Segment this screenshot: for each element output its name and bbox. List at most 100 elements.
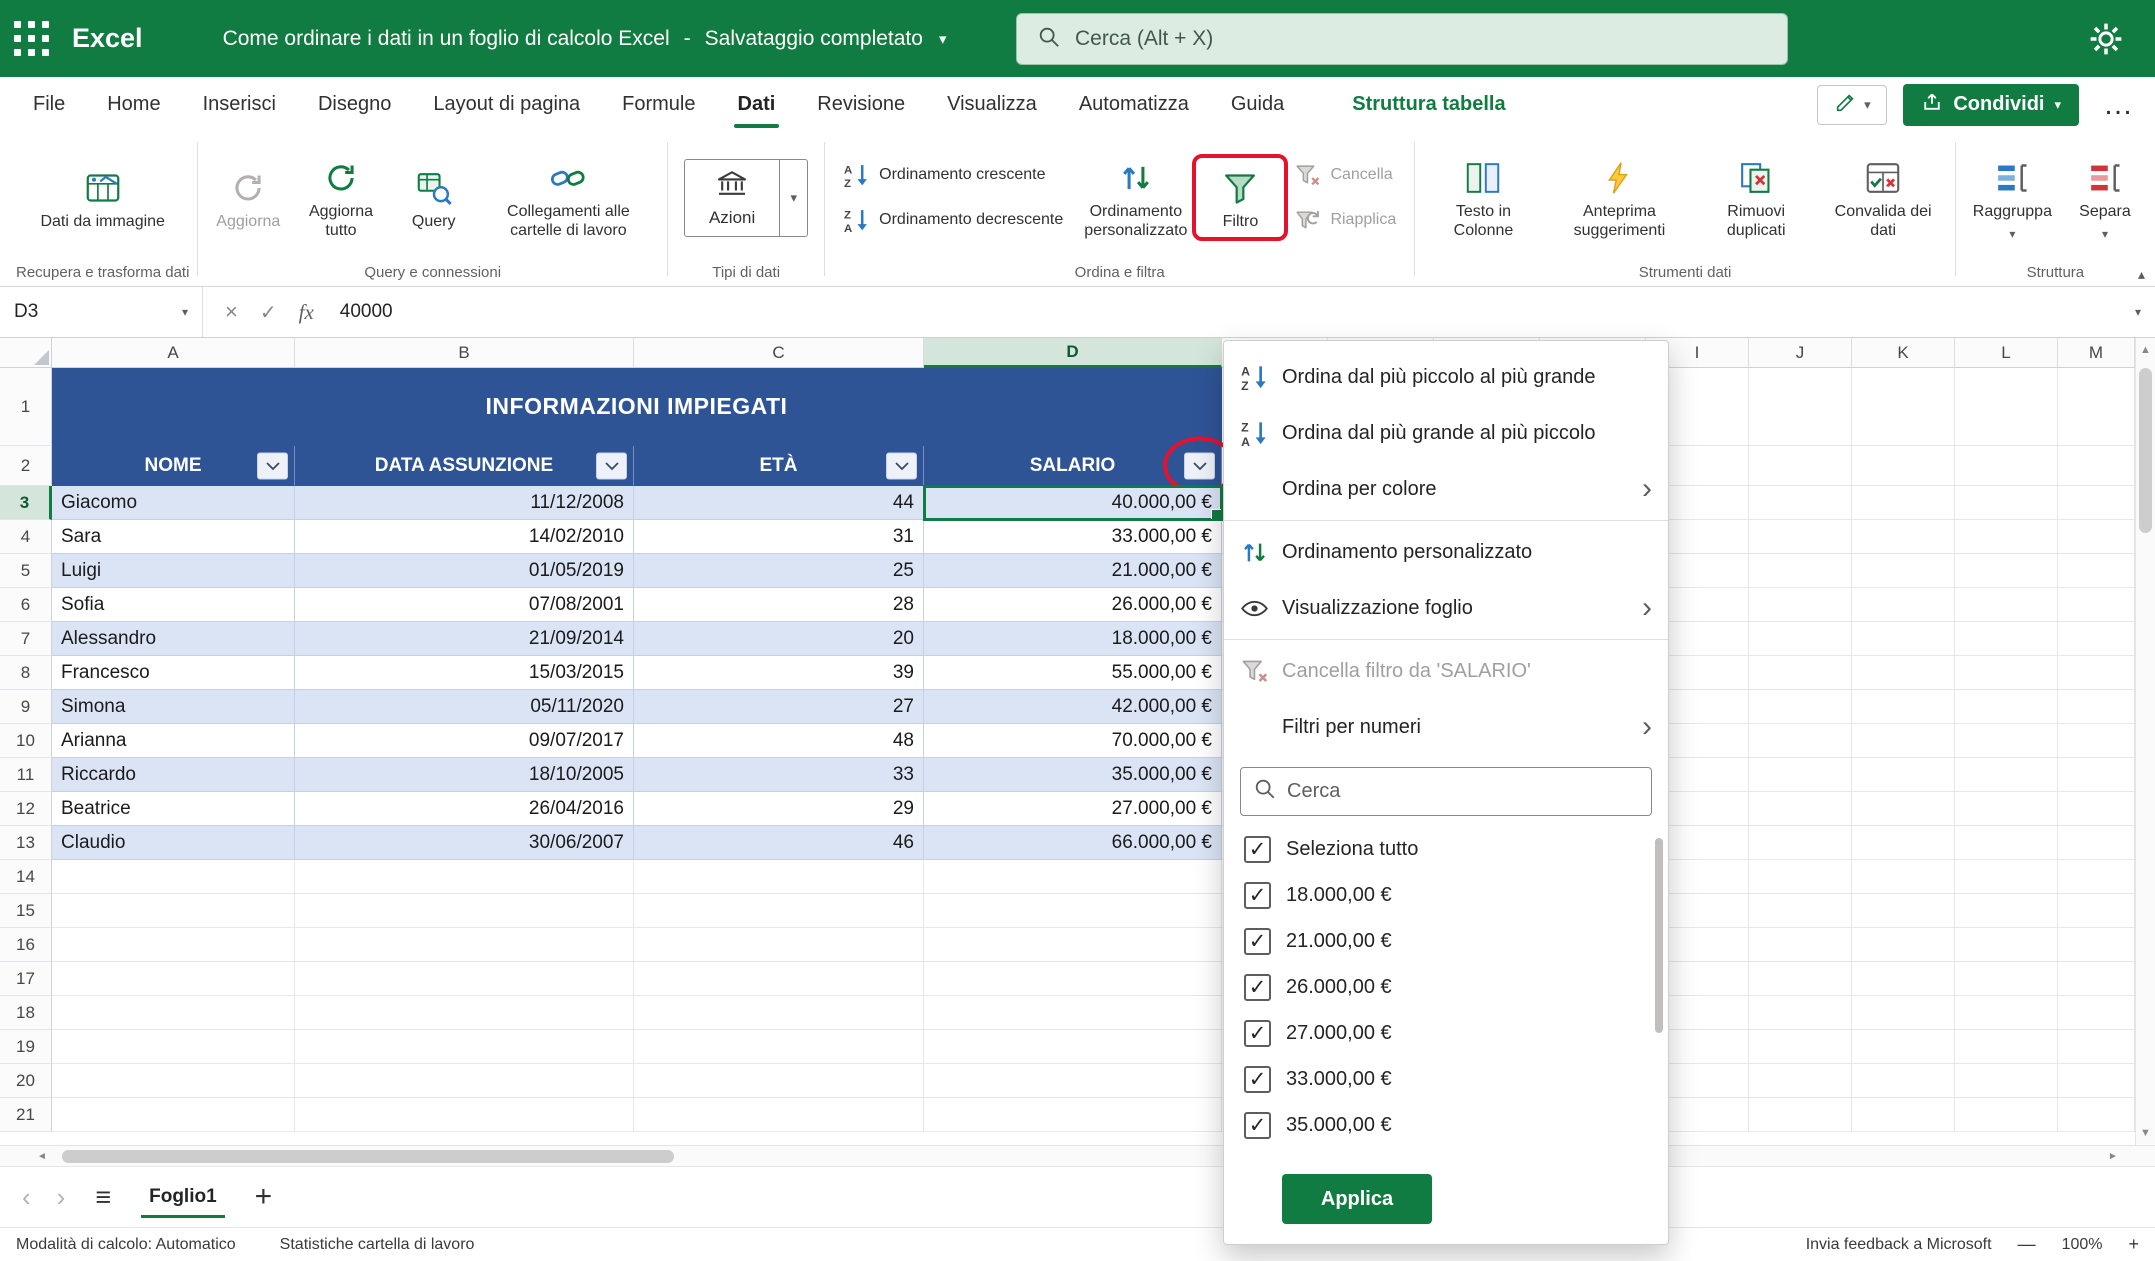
cell-d3[interactable]: 40.000,00 €: [923, 485, 1223, 521]
scroll-up-icon[interactable]: ▲: [2136, 338, 2155, 362]
cell-l13[interactable]: [1955, 826, 2058, 860]
cell-a19[interactable]: [52, 1030, 295, 1064]
cell-a15[interactable]: [52, 894, 295, 928]
share-button[interactable]: Condividi ▾: [1903, 83, 2079, 126]
row-header-19[interactable]: 19: [0, 1030, 52, 1064]
cell-j13[interactable]: [1749, 826, 1852, 860]
cell-d16[interactable]: [924, 928, 1222, 962]
cell-k18[interactable]: [1852, 996, 1955, 1030]
row-header-1[interactable]: 1: [0, 368, 52, 446]
cell-l12[interactable]: [1955, 792, 2058, 826]
row-header-2[interactable]: 2: [0, 446, 52, 486]
ribbon-button-dati-da-immagine[interactable]: Dati da immagine: [31, 160, 174, 236]
cell-l15[interactable]: [1955, 894, 2058, 928]
cell-c16[interactable]: [634, 928, 924, 962]
cell-j16[interactable]: [1749, 928, 1852, 962]
cell-c8[interactable]: 39: [634, 656, 924, 690]
cell-m18[interactable]: [2058, 996, 2135, 1030]
cell-j5[interactable]: [1749, 554, 1852, 588]
row-header-10[interactable]: 10: [0, 724, 52, 758]
cell-c20[interactable]: [634, 1064, 924, 1098]
cell-d10[interactable]: 70.000,00 €: [924, 724, 1222, 758]
name-box[interactable]: D3 ▾: [0, 287, 203, 337]
cell-l16[interactable]: [1955, 928, 2058, 962]
add-sheet-icon[interactable]: +: [239, 1180, 289, 1214]
cell-l18[interactable]: [1955, 996, 2058, 1030]
cell-a18[interactable]: [52, 996, 295, 1030]
zoom-out-icon[interactable]: —: [2018, 1234, 2036, 1255]
cell-b18[interactable]: [295, 996, 634, 1030]
sheet-list-icon[interactable]: ≡: [79, 1182, 127, 1213]
tab-layout-di-pagina[interactable]: Layout di pagina: [412, 77, 601, 132]
ribbon-button-raggruppa[interactable]: Raggruppa ▾: [1964, 150, 2061, 245]
cell-b11[interactable]: 18/10/2005: [295, 758, 634, 792]
row-header-18[interactable]: 18: [0, 996, 52, 1030]
cell-k4[interactable]: [1852, 520, 1955, 554]
cell-b7[interactable]: 21/09/2014: [295, 622, 634, 656]
cell-m3[interactable]: [2058, 486, 2135, 520]
cell-k8[interactable]: [1852, 656, 1955, 690]
tab-inserisci[interactable]: Inserisci: [182, 77, 297, 132]
cell-b10[interactable]: 09/07/2017: [295, 724, 634, 758]
cell-d7[interactable]: 18.000,00 €: [924, 622, 1222, 656]
cell-b4[interactable]: 14/02/2010: [295, 520, 634, 554]
cell-d5[interactable]: 21.000,00 €: [924, 554, 1222, 588]
ribbon-button-anteprima-suggerimenti[interactable]: Anteprima suggerimenti: [1546, 150, 1693, 244]
cell-a21[interactable]: [52, 1098, 295, 1132]
cell-m7[interactable]: [2058, 622, 2135, 656]
row-header-6[interactable]: 6: [0, 588, 52, 622]
cell-l2[interactable]: [1955, 446, 2058, 486]
ribbon-button-separa[interactable]: Separa ▾: [2063, 150, 2147, 245]
cell-c12[interactable]: 29: [634, 792, 924, 826]
row-header-8[interactable]: 8: [0, 656, 52, 690]
zoom-in-icon[interactable]: +: [2128, 1234, 2139, 1255]
cell-k15[interactable]: [1852, 894, 1955, 928]
cell-b12[interactable]: 26/04/2016: [295, 792, 634, 826]
cell-j17[interactable]: [1749, 962, 1852, 996]
column-header-a[interactable]: A: [52, 338, 295, 368]
tab-struttura-tabella[interactable]: Struttura tabella: [1331, 77, 1526, 132]
filter-menu-item-ordina-per-colore[interactable]: Ordina per colore ›: [1224, 461, 1668, 517]
cell-l10[interactable]: [1955, 724, 2058, 758]
feedback-link[interactable]: Invia feedback a Microsoft: [1806, 1236, 1992, 1254]
previous-sheet-icon[interactable]: ‹: [10, 1182, 43, 1213]
cell-m8[interactable]: [2058, 656, 2135, 690]
cell-j12[interactable]: [1749, 792, 1852, 826]
cell-c18[interactable]: [634, 996, 924, 1030]
cell-d21[interactable]: [924, 1098, 1222, 1132]
cell-j9[interactable]: [1749, 690, 1852, 724]
settings-gear-icon[interactable]: [2087, 20, 2125, 58]
cell-j8[interactable]: [1749, 656, 1852, 690]
cell-k14[interactable]: [1852, 860, 1955, 894]
app-launcher-icon[interactable]: [0, 0, 62, 77]
filter-checkbox-33-000-00[interactable]: ✓ 33.000,00 €: [1224, 1056, 1668, 1102]
cell-d12[interactable]: 27.000,00 €: [924, 792, 1222, 826]
cell-k6[interactable]: [1852, 588, 1955, 622]
cell-j19[interactable]: [1749, 1030, 1852, 1064]
cell-c21[interactable]: [634, 1098, 924, 1132]
confirm-entry-icon[interactable]: ✓: [260, 300, 277, 325]
cell-k20[interactable]: [1852, 1064, 1955, 1098]
cell-b5[interactable]: 01/05/2019: [295, 554, 634, 588]
cell-d11[interactable]: 35.000,00 €: [924, 758, 1222, 792]
cell-c6[interactable]: 28: [634, 588, 924, 622]
cell-d9[interactable]: 42.000,00 €: [924, 690, 1222, 724]
filter-menu-item-ordina-dal-più-piccolo-al-più-grande[interactable]: A Z Ordina dal più piccolo al più grande: [1224, 349, 1668, 405]
cell-k9[interactable]: [1852, 690, 1955, 724]
cell-m1[interactable]: [2058, 368, 2135, 446]
cell-l1[interactable]: [1955, 368, 2058, 446]
cell-c7[interactable]: 20: [634, 622, 924, 656]
row-header-20[interactable]: 20: [0, 1064, 52, 1098]
document-title[interactable]: Come ordinare i dati in un foglio di cal…: [223, 27, 947, 51]
row-header-3[interactable]: 3: [0, 486, 52, 520]
cell-l11[interactable]: [1955, 758, 2058, 792]
cell-k7[interactable]: [1852, 622, 1955, 656]
tab-disegno[interactable]: Disegno: [297, 77, 412, 132]
row-header-5[interactable]: 5: [0, 554, 52, 588]
cell-b9[interactable]: 05/11/2020: [295, 690, 634, 724]
ribbon-button-convalida-dei-dati[interactable]: Convalida dei dati: [1819, 150, 1947, 244]
row-header-9[interactable]: 9: [0, 690, 52, 724]
cell-c13[interactable]: 46: [634, 826, 924, 860]
cell-b14[interactable]: [295, 860, 634, 894]
select-all-corner[interactable]: [0, 338, 52, 368]
